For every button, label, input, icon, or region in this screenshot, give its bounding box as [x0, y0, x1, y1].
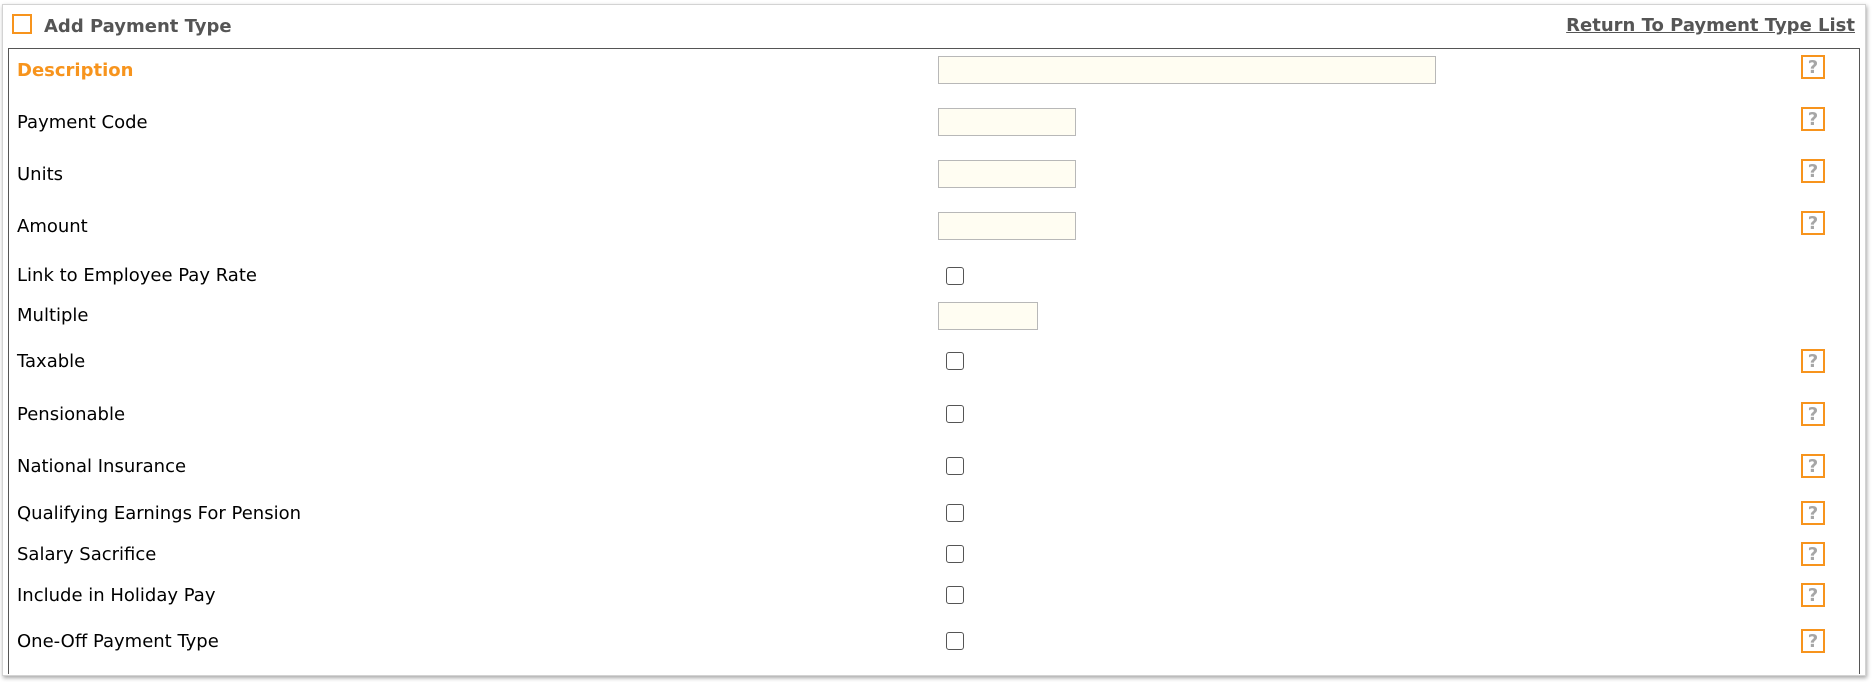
national-insurance-row: National Insurance ?	[9, 454, 1859, 498]
salary-sacrifice-checkbox[interactable]	[946, 545, 964, 563]
link-pay-rate-label: Link to Employee Pay Rate	[17, 265, 257, 286]
link-pay-rate-checkbox[interactable]	[946, 267, 964, 285]
return-to-payment-type-list-link[interactable]: Return To Payment Type List	[1566, 15, 1855, 36]
pensionable-checkbox[interactable]	[946, 405, 964, 423]
national-insurance-checkbox[interactable]	[946, 457, 964, 475]
amount-label: Amount	[17, 216, 88, 237]
description-input[interactable]	[938, 56, 1436, 84]
pensionable-row: Pensionable ?	[9, 402, 1859, 446]
description-label: Description	[17, 60, 134, 81]
pensionable-help-icon[interactable]: ?	[1801, 402, 1825, 426]
description-row: Description ?	[9, 49, 1859, 101]
amount-input[interactable]	[938, 212, 1076, 240]
taxable-label: Taxable	[17, 351, 86, 372]
qualifying-earnings-checkbox[interactable]	[946, 504, 964, 522]
holiday-pay-checkbox[interactable]	[946, 586, 964, 604]
units-input[interactable]	[938, 160, 1076, 188]
amount-help-icon[interactable]: ?	[1801, 211, 1825, 235]
page-title: Add Payment Type	[44, 16, 232, 37]
units-help-icon[interactable]: ?	[1801, 159, 1825, 183]
pensionable-label: Pensionable	[17, 404, 126, 425]
holiday-pay-label: Include in Holiday Pay	[17, 585, 216, 606]
one-off-help-icon[interactable]: ?	[1801, 629, 1825, 653]
units-label: Units	[17, 164, 64, 185]
qualifying-earnings-label: Qualifying Earnings For Pension	[17, 503, 302, 524]
one-off-label: One-Off Payment Type	[17, 631, 219, 652]
qualifying-earnings-help-icon[interactable]: ?	[1801, 501, 1825, 525]
payment-code-input[interactable]	[938, 108, 1076, 136]
holiday-pay-row: Include in Holiday Pay ?	[9, 583, 1859, 623]
one-off-row: One-Off Payment Type ?	[9, 629, 1859, 669]
salary-sacrifice-row: Salary Sacrifice ?	[9, 542, 1859, 582]
units-row: Units ?	[9, 153, 1859, 205]
square-icon	[12, 14, 32, 34]
multiple-label: Multiple	[17, 305, 89, 326]
salary-sacrifice-label: Salary Sacrifice	[17, 544, 157, 565]
qualifying-earnings-row: Qualifying Earnings For Pension ?	[9, 501, 1859, 541]
payment-code-help-icon[interactable]: ?	[1801, 107, 1825, 131]
one-off-checkbox[interactable]	[946, 632, 964, 650]
salary-sacrifice-help-icon[interactable]: ?	[1801, 542, 1825, 566]
national-insurance-help-icon[interactable]: ?	[1801, 454, 1825, 478]
taxable-row: Taxable ?	[9, 349, 1859, 393]
taxable-checkbox[interactable]	[946, 352, 964, 370]
national-insurance-label: National Insurance	[17, 456, 187, 477]
panel-header: Add Payment Type Return To Payment Type …	[3, 5, 1865, 49]
link-pay-rate-row: Link to Employee Pay Rate	[9, 263, 1859, 299]
payment-code-row: Payment Code ?	[9, 101, 1859, 153]
amount-row: Amount ?	[9, 205, 1859, 257]
multiple-input[interactable]	[938, 302, 1038, 330]
description-help-icon[interactable]: ?	[1801, 55, 1825, 79]
payment-type-form: Description ? Payment Code ? Units ? Amo…	[8, 48, 1860, 674]
taxable-help-icon[interactable]: ?	[1801, 349, 1825, 373]
multiple-row: Multiple	[9, 302, 1859, 339]
payment-code-label: Payment Code	[17, 112, 148, 133]
holiday-pay-help-icon[interactable]: ?	[1801, 583, 1825, 607]
